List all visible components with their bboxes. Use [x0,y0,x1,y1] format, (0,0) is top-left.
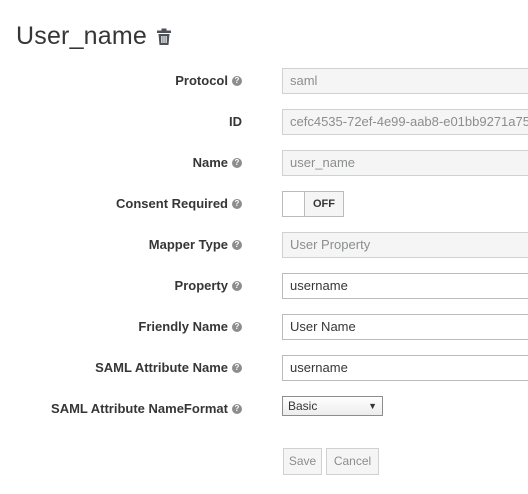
saml-attribute-name-row: SAML Attribute Name ? username [0,355,528,381]
property-row: Property ? username [0,273,528,299]
id-row: ID cefc4535-72ef-4e99-aab8-e01bb9271a75 [0,109,528,135]
help-icon[interactable]: ? [232,199,242,209]
protocol-field: saml [282,68,528,94]
help-icon[interactable]: ? [232,404,242,414]
mapper-type-label: Mapper Type ? [149,232,242,258]
saml-attribute-nameformat-select[interactable]: Basic ▼ [282,396,383,416]
select-value: Basic [288,399,318,413]
help-icon[interactable]: ? [232,240,242,250]
name-row: Name ? user_name [0,150,528,176]
page-title: User_name [16,21,148,50]
mapper-type-row: Mapper Type ? User Property [0,232,528,258]
saml-attribute-name-label: SAML Attribute Name ? [95,355,242,381]
toggle-knob[interactable] [283,192,305,216]
consent-required-row: Consent Required ? OFF [0,191,528,217]
toggle-state: OFF [313,198,335,210]
consent-required-toggle[interactable]: OFF [282,191,344,217]
name-field: user_name [282,150,528,176]
protocol-row: Protocol ? saml [0,68,528,94]
save-button[interactable]: Save [283,448,322,475]
id-field: cefc4535-72ef-4e99-aab8-e01bb9271a75 [282,109,528,135]
friendly-name-label: Friendly Name ? [138,314,242,340]
page-header: User_name [16,18,172,54]
saml-attribute-name-input[interactable]: username [282,355,528,381]
friendly-name-row: Friendly Name ? User Name [0,314,528,340]
help-icon[interactable]: ? [232,281,242,291]
trash-icon[interactable] [157,28,172,45]
name-label: Name ? [193,150,242,176]
cancel-button[interactable]: Cancel [326,448,379,475]
mapper-type-field: User Property [282,232,528,258]
help-icon[interactable]: ? [232,158,242,168]
help-icon[interactable]: ? [232,76,242,86]
help-icon[interactable]: ? [232,322,242,332]
saml-attribute-nameformat-label: SAML Attribute NameFormat ? [51,396,242,422]
property-label: Property ? [175,273,242,299]
help-icon[interactable]: ? [232,363,242,373]
consent-required-label: Consent Required ? [116,191,242,217]
saml-attribute-nameformat-row: SAML Attribute NameFormat ? Basic ▼ [0,396,528,422]
friendly-name-input[interactable]: User Name [282,314,528,340]
id-label: ID [229,114,242,129]
caret-down-icon: ▼ [368,401,377,411]
property-input[interactable]: username [282,273,528,299]
protocol-label: Protocol ? [175,68,242,94]
